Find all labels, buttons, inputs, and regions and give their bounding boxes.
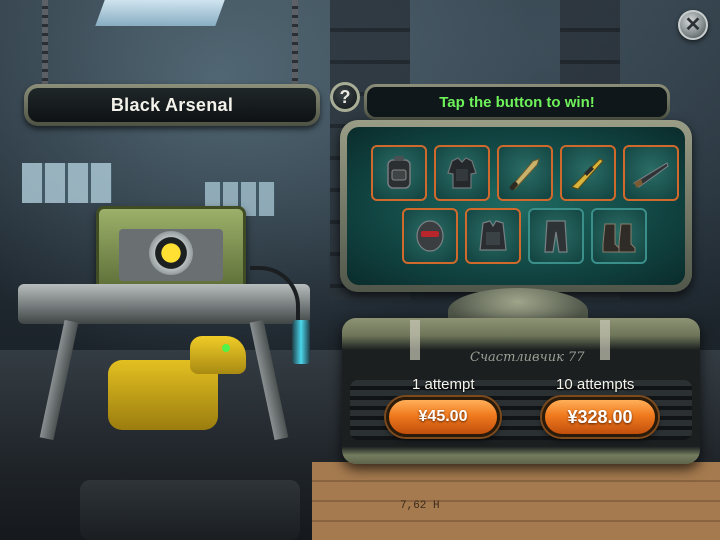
skylight — [95, 0, 225, 26]
close-icon: ✕ — [684, 14, 702, 36]
help-icon: ? — [339, 86, 351, 107]
reward-slot[interactable] — [465, 208, 521, 264]
drum-stencil: Счастливчик 77 — [470, 350, 585, 365]
help-button[interactable]: ? — [330, 82, 360, 112]
reward-slot[interactable] — [371, 145, 427, 201]
multi-attempt-button[interactable]: ¥328.00 — [542, 397, 658, 437]
drum-stripe — [410, 320, 420, 360]
hanging-chain — [42, 0, 48, 86]
instruction-text: Tap the button to win! — [439, 93, 595, 111]
close-button[interactable]: ✕ — [678, 10, 708, 40]
glowing-canister — [292, 320, 310, 364]
reward-slot[interactable] — [434, 145, 490, 201]
title-plate: Black Arsenal — [24, 84, 320, 126]
reward-slot[interactable] — [497, 145, 553, 201]
reward-slot[interactable] — [591, 208, 647, 264]
backpack-icon — [387, 156, 411, 189]
combat-helmet-icon — [416, 220, 444, 252]
title-inner: Black Arsenal — [28, 88, 316, 122]
reward-slot[interactable] — [402, 208, 458, 264]
sniper-rifle-icon — [571, 158, 604, 190]
robot-eye — [222, 344, 230, 352]
rewards-monitor — [340, 120, 692, 292]
armored-vest-icon — [479, 220, 507, 251]
background-window — [22, 163, 112, 203]
crate-stencil: 7,62 Н — [400, 500, 440, 512]
instruction-banner: Tap the button to win! — [364, 84, 670, 120]
robot-dog — [108, 330, 248, 450]
hanging-chain — [292, 0, 298, 86]
multi-attempt-label: 10 attempts — [556, 376, 635, 393]
page-title: Black Arsenal — [110, 94, 234, 115]
loot-chest — [96, 206, 246, 292]
reward-slot[interactable] — [528, 208, 584, 264]
reward-slot[interactable] — [560, 145, 616, 201]
wooden-crate — [312, 462, 720, 540]
foreground-case — [80, 480, 300, 540]
robot-head — [190, 336, 246, 374]
purchase-drum — [342, 318, 700, 464]
multi-price: ¥328.00 — [567, 406, 633, 427]
combat-boots-icon — [602, 223, 636, 253]
reward-slot[interactable] — [623, 145, 679, 201]
single-attempt-button[interactable]: ¥45.00 — [386, 397, 500, 437]
shotgun-icon — [633, 162, 669, 188]
rewards-screen — [347, 127, 685, 285]
drum-stripe — [600, 320, 610, 360]
tactical-jacket-icon — [447, 157, 477, 189]
single-attempt-label: 1 attempt — [412, 376, 475, 393]
machete-icon — [509, 158, 540, 191]
chest-lock-icon — [149, 231, 193, 275]
combat-pants-icon — [544, 220, 568, 253]
banner-inner: Tap the button to win! — [367, 87, 667, 117]
single-price: ¥45.00 — [418, 408, 468, 425]
